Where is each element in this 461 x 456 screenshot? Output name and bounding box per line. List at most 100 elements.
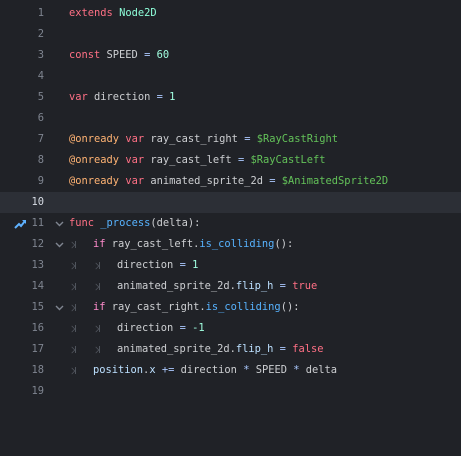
code-line[interactable]: 9 @onready var animated_sprite_2d = $Anim…: [0, 171, 461, 192]
code-token: ray_cast_left: [144, 154, 238, 166]
indent-guide-icon: [69, 255, 93, 276]
line-number: 8: [37, 154, 44, 166]
code-text: animated_sprite_2d.flip_h = false: [69, 339, 323, 360]
line-number: 10: [31, 196, 44, 208]
code-line[interactable]: 10: [0, 192, 461, 213]
code-token: +=: [161, 364, 175, 376]
code-text: @onready var ray_cast_left = $RayCastLef…: [69, 150, 326, 171]
line-number: 16: [31, 322, 44, 334]
code-token: animated_sprite_2d.: [117, 280, 236, 292]
fold-chevron-icon[interactable]: [54, 213, 64, 234]
code-line[interactable]: 12 if ray_cast_left.is_colliding():: [0, 234, 461, 255]
code-text: animated_sprite_2d.flip_h = true: [69, 276, 317, 297]
code-token: ():: [280, 301, 300, 313]
code-token: @onready: [69, 175, 120, 187]
code-token: var: [125, 133, 145, 145]
code-token: position: [93, 364, 144, 376]
code-token: is_colliding: [205, 301, 281, 313]
code-token: if: [93, 238, 106, 250]
code-token: direction: [174, 364, 244, 376]
code-token: Node2D: [119, 7, 157, 19]
code-token: _process: [100, 217, 151, 229]
code-token: 60: [156, 49, 170, 61]
fold-chevron-icon[interactable]: [54, 297, 64, 318]
line-number: 1: [37, 7, 44, 19]
indent-guide-icon: [93, 339, 117, 360]
code-line[interactable]: 17 animated_sprite_2d.flip_h = false: [0, 339, 461, 360]
indent-guide-icon: [69, 318, 93, 339]
code-token: func: [69, 217, 95, 229]
code-line[interactable]: 5 var direction = 1: [0, 87, 461, 108]
code-token: var: [125, 175, 145, 187]
code-line[interactable]: 19: [0, 381, 461, 402]
code-line[interactable]: 7 @onready var ray_cast_right = $RayCastR…: [0, 129, 461, 150]
code-token: flip_h: [235, 343, 274, 355]
indent-guide-icon: [69, 360, 93, 381]
code-token: direction: [87, 91, 157, 103]
code-line[interactable]: 18 position.x += direction * SPEED * delt…: [0, 360, 461, 381]
indent-guide-icon: [93, 255, 117, 276]
code-text: direction = 1: [69, 255, 198, 276]
code-token: direction: [117, 259, 180, 271]
code-text: if ray_cast_right.is_colliding():: [69, 297, 299, 318]
line-number: 7: [37, 133, 44, 145]
indent-guide-icon: [93, 318, 117, 339]
code-line[interactable]: 14 animated_sprite_2d.flip_h = true: [0, 276, 461, 297]
code-text: @onready var ray_cast_right = $RayCastRi…: [69, 129, 338, 150]
code-token: SPEED: [249, 364, 294, 376]
code-text: if ray_cast_left.is_colliding():: [69, 234, 293, 255]
code-token: (delta):: [150, 217, 201, 229]
code-text: const SPEED = 60: [69, 45, 169, 66]
code-token: SPEED: [100, 49, 145, 61]
code-token: 1: [169, 91, 176, 103]
code-token: ():: [274, 238, 294, 250]
line-number: 19: [31, 385, 44, 397]
code-text: extends Node2D: [69, 3, 157, 24]
line-number: 11: [31, 217, 44, 229]
code-token: flip_h: [235, 280, 274, 292]
line-number: 4: [37, 70, 44, 82]
code-token: if: [93, 301, 106, 313]
code-line[interactable]: 6: [0, 108, 461, 129]
fold-chevron-icon[interactable]: [54, 234, 64, 255]
line-number: 12: [31, 238, 44, 250]
code-token: direction: [117, 322, 180, 334]
code-token: -1: [192, 322, 205, 334]
code-line[interactable]: 13 direction = 1: [0, 255, 461, 276]
code-text: @onready var animated_sprite_2d = $Anima…: [69, 171, 388, 192]
code-line[interactable]: 8 @onready var ray_cast_left = $RayCastLe…: [0, 150, 461, 171]
code-token: delta: [299, 364, 338, 376]
code-editor[interactable]: 1 extends Node2D 2 3 const SPEED = 60 4 5 var d…: [0, 0, 461, 456]
code-token: $RayCastRight: [256, 133, 339, 145]
code-token: const: [69, 49, 101, 61]
code-line[interactable]: 3 const SPEED = 60: [0, 45, 461, 66]
code-token: var: [125, 154, 145, 166]
code-token: 1: [192, 259, 199, 271]
code-token: @onready: [69, 133, 120, 145]
code-token: $RayCastLeft: [250, 154, 326, 166]
code-token: $AnimatedSprite2D: [281, 175, 389, 187]
code-token: animated_sprite_2d: [144, 175, 270, 187]
line-number: 17: [31, 343, 44, 355]
code-line[interactable]: 4: [0, 66, 461, 87]
line-number: 9: [37, 175, 44, 187]
code-text: func _process(delta):: [69, 213, 200, 234]
code-line[interactable]: 2: [0, 24, 461, 45]
code-token: var: [69, 91, 88, 103]
indent-guide-icon: [69, 234, 93, 255]
indent-guide-icon: [93, 276, 117, 297]
line-number: 6: [37, 112, 44, 124]
indent-guide-icon: [69, 297, 93, 318]
code-text: var direction = 1: [69, 87, 175, 108]
code-line[interactable]: 1 extends Node2D: [0, 3, 461, 24]
code-token: ray_cast_right.: [105, 301, 206, 313]
indent-guide-icon: [69, 339, 93, 360]
line-number: 18: [31, 364, 44, 376]
line-number: 3: [37, 49, 44, 61]
code-line[interactable]: 15 if ray_cast_right.is_colliding():: [0, 297, 461, 318]
code-line[interactable]: 16 direction = -1: [0, 318, 461, 339]
code-token: extends: [69, 7, 113, 19]
code-token: is_colliding: [199, 238, 275, 250]
code-line[interactable]: 11 func _process(delta):: [0, 213, 461, 234]
code-text: position.x += direction * SPEED * delta: [69, 360, 337, 381]
